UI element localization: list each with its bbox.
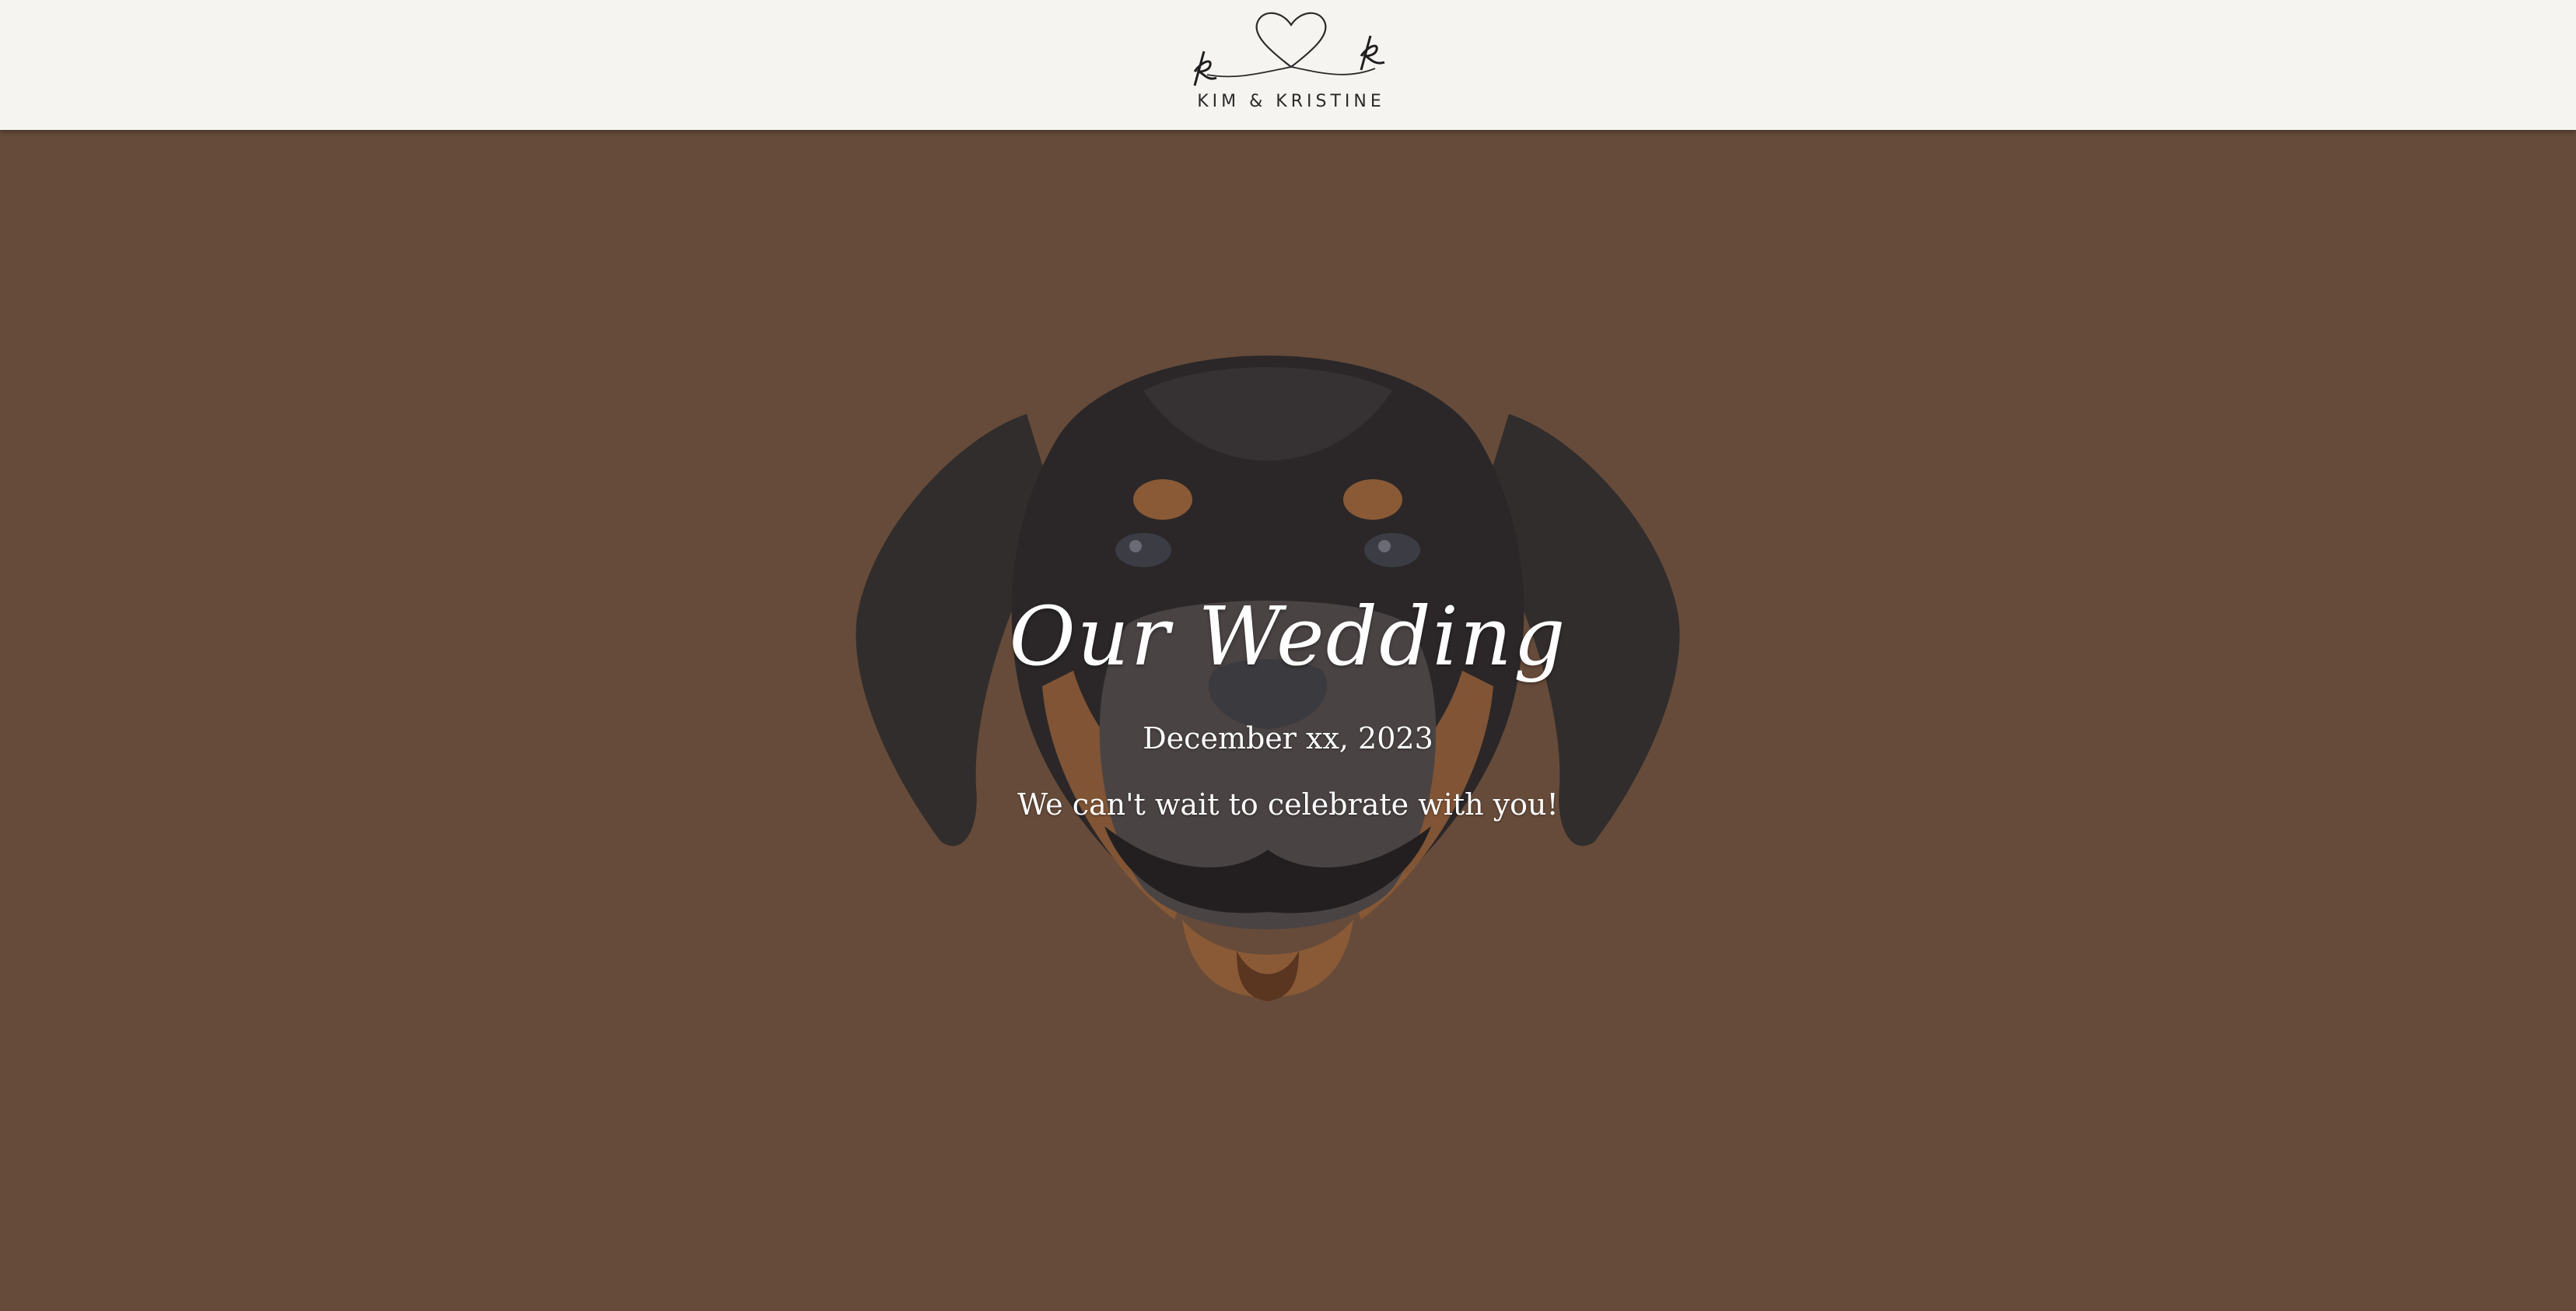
kk-heart-monogram-icon <box>1193 12 1385 86</box>
site-logo[interactable]: KIM & KRISTINE <box>1190 6 1392 123</box>
hero-section: Our Wedding December xx, 2023 We can't w… <box>0 130 2576 1311</box>
wedding-date: December xx, 2023 <box>1143 721 1433 755</box>
site-header: KIM & KRISTINE <box>0 0 2576 130</box>
hero-tagline: We can't wait to celebrate with you! <box>1017 787 1559 822</box>
hero-title: Our Wedding <box>1009 589 1567 684</box>
logo-text: KIM & KRISTINE <box>1197 92 1385 111</box>
rottweiler-puppy-image <box>856 356 1680 1001</box>
